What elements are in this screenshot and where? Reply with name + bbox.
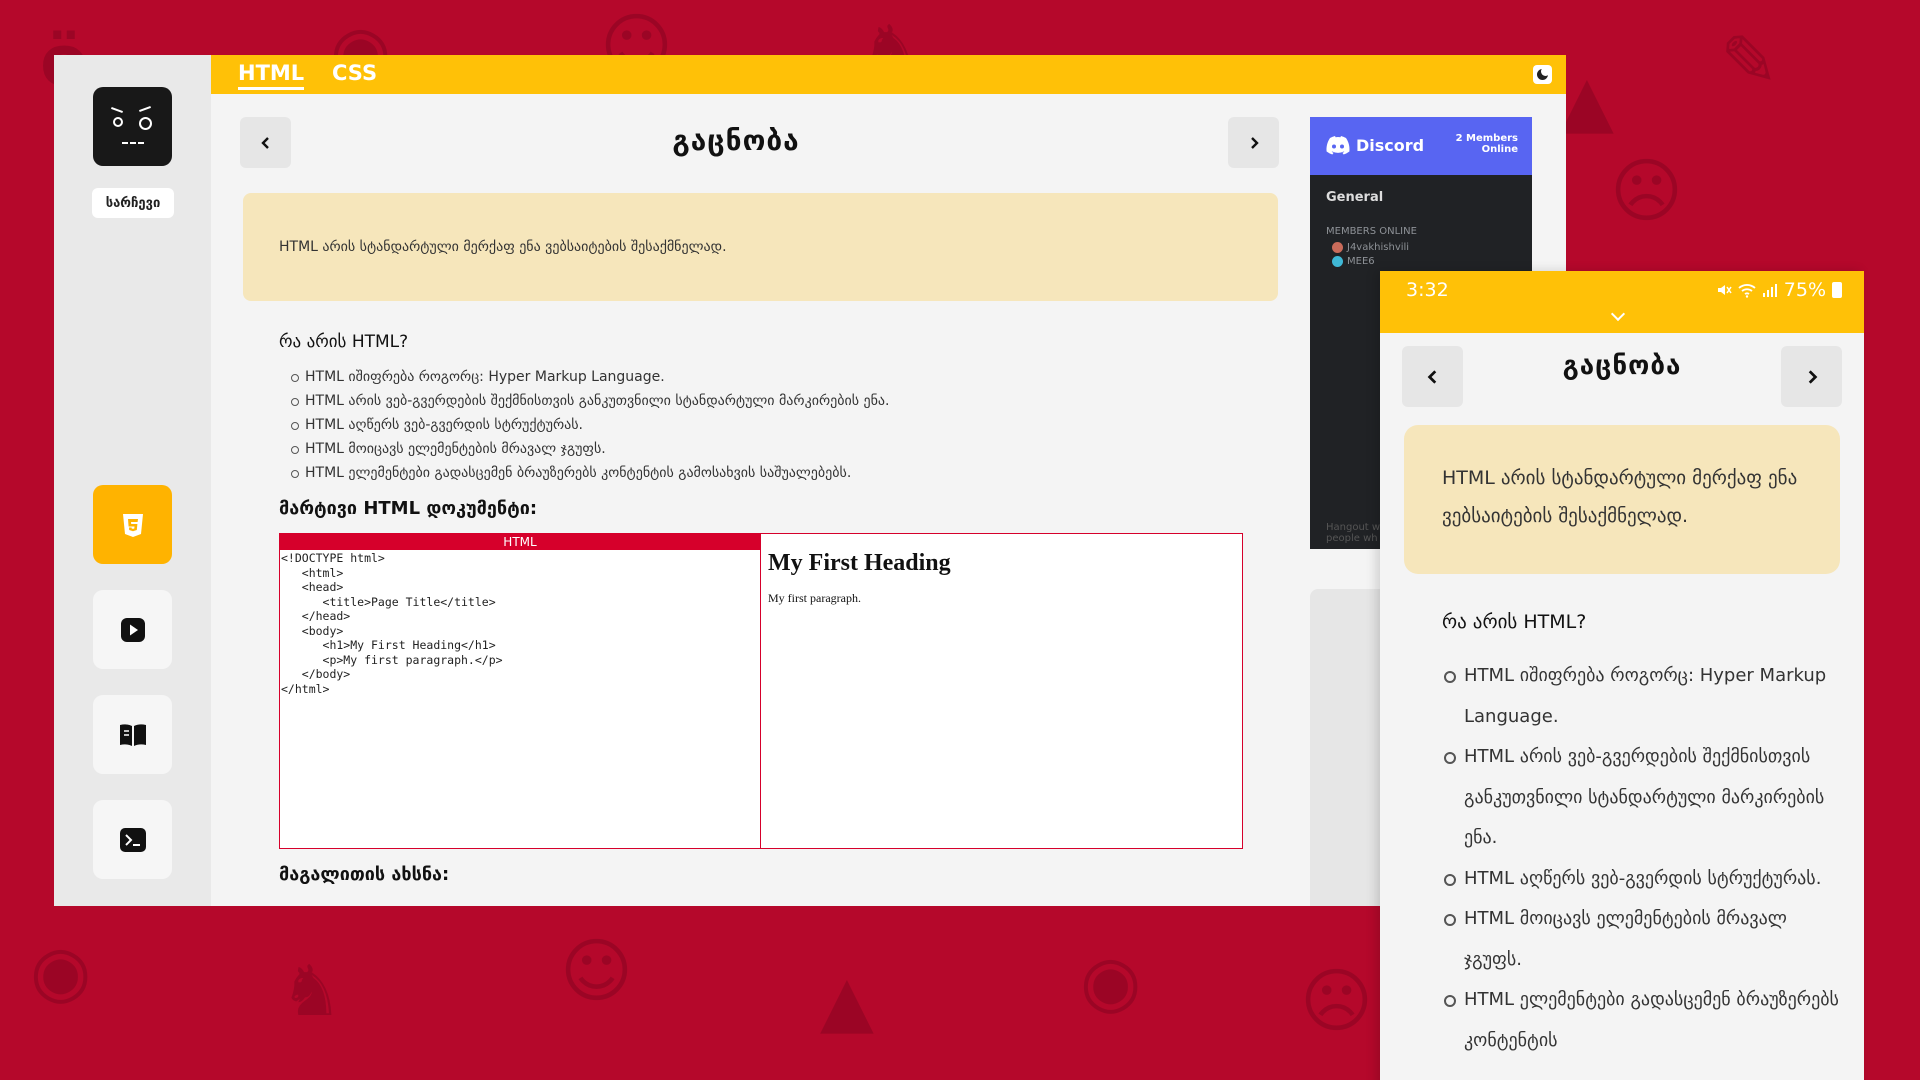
- discord-member[interactable]: J4vakhishvili: [1332, 242, 1409, 253]
- signal-icon: [1762, 284, 1777, 297]
- html-facts-list: HTML იშიფრება როგორც: Hyper Markup Langu…: [1442, 656, 1842, 1061]
- mobile-screenshot: 3:32 75% გაცნობა HTML არის სტანდარტული მ…: [1380, 271, 1864, 1080]
- list-item: HTML იშიფრება როგორც: Hyper Markup Langu…: [291, 365, 889, 389]
- avatar: [1332, 242, 1343, 253]
- list-item: HTML ელემენტები გადასცემენ ბრაუზერებს კო…: [1442, 980, 1842, 1061]
- wifi-icon: [1738, 284, 1756, 298]
- code-panel-label: HTML: [280, 534, 760, 550]
- simple-document-heading: მარტივი HTML დოკუმენტი:: [279, 498, 538, 519]
- list-item: HTML არის ვებ-გვერდების შექმნისთვის განკ…: [291, 389, 889, 413]
- chevron-right-icon: [1808, 369, 1817, 384]
- logo-left-brow: [111, 107, 123, 113]
- example-explanation-heading: მაგალითის ახსნა:: [279, 864, 450, 885]
- next-button[interactable]: [1228, 117, 1279, 168]
- discord-member[interactable]: MEE6: [1332, 256, 1375, 267]
- discord-brand: Discord: [1356, 136, 1425, 155]
- table-of-contents-button[interactable]: სარჩევი: [92, 188, 174, 218]
- sidebar-item-terminal[interactable]: [93, 800, 172, 879]
- logo-left-eye: [113, 117, 123, 127]
- code-block: <!DOCTYPE html> <html> <head> <title>Pag…: [281, 551, 503, 696]
- moon-icon[interactable]: [1533, 65, 1552, 84]
- main-content: გაცნობა HTML არის სტანდარტული მერქაფ ენა…: [211, 94, 1279, 906]
- logo-mouth: [122, 142, 144, 148]
- terminal-icon: [119, 827, 146, 852]
- tab-html[interactable]: HTML: [238, 61, 305, 90]
- discord-header: Discord 2 Members Online: [1310, 117, 1532, 175]
- mute-icon: [1717, 285, 1732, 295]
- discord-members-count-label: Online: [1481, 144, 1518, 155]
- html-facts-list: HTML იშიფრება როგორც: Hyper Markup Langu…: [291, 365, 889, 485]
- intro-callout: HTML არის სტანდარტული მერქაფ ენა ვებსაიტ…: [243, 193, 1278, 301]
- preview-heading: My First Heading: [768, 550, 951, 576]
- discord-members-online-label: MEMBERS ONLINE: [1326, 226, 1417, 237]
- chevron-right-icon: [1250, 136, 1259, 149]
- discord-icon: [1326, 136, 1350, 155]
- discord-member-name: J4vakhishvili: [1347, 242, 1410, 253]
- list-item: HTML არის ვებ-გვერდების შექმნისთვის განკ…: [1442, 737, 1842, 859]
- preview-paragraph: My first paragraph.: [768, 591, 861, 605]
- what-is-html-heading: რა არის HTML?: [279, 332, 409, 352]
- youtube-icon: [120, 617, 145, 642]
- list-item: HTML აღწერს ვებ-გვერდის სტრუქტურას.: [1442, 859, 1842, 900]
- list-item: HTML მოიცავს ელემენტების მრავალ ჯგუფს.: [291, 437, 889, 461]
- sidebar: სარჩევი: [54, 55, 211, 906]
- next-button[interactable]: [1781, 346, 1842, 407]
- discord-channel[interactable]: General: [1326, 190, 1383, 205]
- discord-members-count: 2 Members Online: [1456, 133, 1518, 155]
- list-item: HTML აღწერს ვებ-გვერდის სტრუქტურას.: [291, 413, 889, 437]
- top-bar: HTML CSS: [211, 55, 1566, 94]
- chevron-down-icon[interactable]: [1610, 306, 1626, 322]
- list-item: HTML ელემენტები გადასცემენ ბრაუზერებს კო…: [291, 461, 889, 485]
- discord-member-name: MEE6: [1347, 256, 1375, 267]
- logo-right-eye: [139, 117, 152, 130]
- sidebar-item-book[interactable]: [93, 695, 172, 774]
- discord-members-count-number: 2 Members: [1455, 133, 1518, 144]
- logo[interactable]: [93, 87, 172, 166]
- battery-icon: [1832, 282, 1842, 298]
- logo-right-brow: [139, 106, 151, 112]
- status-time: 3:32: [1406, 279, 1449, 301]
- list-item: HTML მოიცავს ელემენტების მრავალ ჯგუფს.: [1442, 899, 1842, 980]
- book-icon: [119, 723, 146, 746]
- sidebar-item-video[interactable]: [93, 590, 172, 669]
- list-item: HTML იშიფრება როგორც: Hyper Markup Langu…: [1442, 656, 1842, 737]
- status-icons: 75%: [1716, 279, 1842, 301]
- discord-footer: Hangout w people wh: [1326, 522, 1381, 544]
- code-example: HTML <!DOCTYPE html> <html> <head> <titl…: [279, 533, 1243, 849]
- avatar: [1332, 256, 1343, 267]
- battery-percent: 75%: [1783, 279, 1826, 301]
- desktop-window: სარჩევი HTML CSS გაცნობა HTML არის სტანდ…: [54, 55, 1566, 906]
- status-bar: 3:32 75%: [1380, 271, 1864, 333]
- page-title: გაცნობა: [672, 124, 800, 157]
- code-panel: HTML <!DOCTYPE html> <html> <head> <titl…: [280, 534, 761, 848]
- preview-panel: My First Heading My first paragraph.: [762, 534, 1242, 848]
- what-is-html-heading: რა არის HTML?: [1442, 611, 1587, 633]
- intro-callout: HTML არის სტანდარტული მერქაფ ენა ვებსაიტ…: [1404, 425, 1840, 574]
- html5-icon: [122, 513, 143, 537]
- intro-text: HTML არის სტანდარტული მერქაფ ენა ვებსაიტ…: [279, 239, 727, 255]
- sidebar-item-html[interactable]: [93, 485, 172, 564]
- tab-css[interactable]: CSS: [332, 61, 377, 85]
- intro-text: HTML არის სტანდარტული მერქაფ ენა ვებსაიტ…: [1442, 467, 1798, 527]
